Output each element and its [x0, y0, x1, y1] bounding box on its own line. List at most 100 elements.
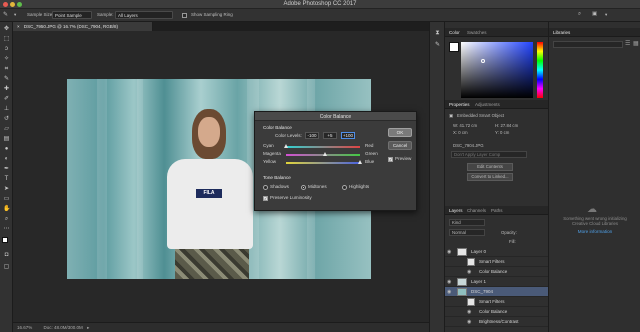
level-cyan-red-input[interactable]: -100 — [305, 132, 319, 139]
highlights-label: Highlights — [349, 184, 370, 189]
layer-row[interactable]: ◉ Layer 1 — [445, 277, 549, 287]
visibility-eye-icon[interactable]: ◉ — [467, 269, 471, 275]
tab-adjustments[interactable]: Adjustments — [475, 102, 500, 107]
blur-tool-icon[interactable]: ● — [3, 146, 10, 153]
opacity-label: Opacity: — [501, 230, 517, 235]
move-tool-icon[interactable]: ✥ — [3, 26, 10, 33]
more-tools-icon[interactable]: ⋯ — [3, 226, 10, 233]
preview-checkbox[interactable]: ✓ — [388, 157, 393, 162]
blend-mode-select[interactable]: Normal — [449, 229, 485, 236]
more-information-link[interactable]: More information — [555, 229, 635, 234]
clone-stamp-tool-icon[interactable]: ⊥ — [3, 106, 10, 113]
highlights-radio[interactable] — [342, 185, 347, 190]
tab-close-icon[interactable]: × — [17, 24, 20, 29]
layer-row[interactable]: Smart Filters — [445, 297, 549, 307]
photo-subject-face — [198, 117, 220, 147]
eraser-tool-icon[interactable]: ▱ — [3, 126, 10, 133]
ok-button[interactable]: OK — [388, 128, 412, 137]
workspace-icon[interactable]: ▣ — [592, 11, 597, 17]
width-value[interactable]: W: 41.72 cm — [453, 123, 477, 128]
y-value[interactable]: Y: 0 cm — [495, 130, 509, 135]
layer-comp-select[interactable]: Don't Apply Layer Comp — [451, 151, 527, 158]
eyedropper-icon[interactable]: ✎ — [3, 11, 8, 18]
visibility-eye-icon[interactable]: ◉ — [447, 289, 451, 295]
magenta-green-slider[interactable] — [286, 152, 360, 156]
layer-row[interactable]: ◉ Color Balance — [445, 307, 549, 317]
healing-brush-tool-icon[interactable]: ✚ — [3, 86, 10, 93]
magenta-green-slider-knob[interactable] — [322, 152, 327, 156]
type-tool-icon[interactable]: T — [3, 176, 10, 183]
list-view-icon[interactable]: ☰ — [625, 40, 630, 47]
path-select-tool-icon[interactable]: ➤ — [3, 186, 10, 193]
tab-libraries[interactable]: Libraries — [553, 30, 570, 35]
preserve-luminosity-checkbox[interactable]: ✓ — [263, 196, 268, 201]
tab-swatches[interactable]: Swatches — [467, 30, 487, 35]
layer-row[interactable]: Smart Filters — [445, 257, 549, 267]
status-arrow-icon[interactable]: ▸ — [87, 325, 89, 330]
layer-row-selected[interactable]: ◉ DSC_7904 — [445, 287, 549, 297]
brush-panel-icon[interactable]: ✎ — [434, 42, 441, 49]
color-balance-dialog: Color Balance Color Balance Color Levels… — [254, 111, 417, 211]
red-label: Red — [365, 143, 374, 148]
hue-slider[interactable] — [537, 42, 543, 98]
tab-layers[interactable]: Layers — [449, 208, 463, 213]
pen-tool-icon[interactable]: ✒ — [3, 166, 10, 173]
libraries-panel-tabs: Libraries — [549, 28, 640, 37]
layer-filter-select[interactable]: Kind — [449, 219, 485, 226]
color-picker-cursor[interactable] — [481, 59, 485, 63]
layer-row[interactable]: ◉ Brightness/Contrast — [445, 317, 549, 327]
document-tab[interactable]: × DSC_7950.JPG @ 16.7% (DSC_7904, RGB/8) — [13, 22, 153, 31]
x-value[interactable]: X: 0 cm — [453, 130, 468, 135]
tab-properties[interactable]: Properties — [449, 102, 470, 107]
midtones-radio[interactable] — [301, 185, 306, 190]
sampling-ring-checkbox[interactable] — [182, 13, 187, 18]
shadows-radio[interactable] — [263, 185, 268, 190]
yellow-blue-slider-knob[interactable] — [358, 160, 362, 164]
level-yellow-blue-input[interactable]: +100 — [341, 132, 355, 139]
visibility-eye-icon[interactable]: ◉ — [467, 309, 471, 315]
cancel-button[interactable]: Cancel — [388, 141, 412, 150]
layer-row[interactable]: ◉ Color Balance — [445, 267, 549, 277]
layer-row[interactable]: ◉ Layer 0 — [445, 247, 549, 257]
brush-tool-icon[interactable]: ✐ — [3, 96, 10, 103]
workspace-chevron-icon[interactable]: ▾ — [605, 12, 607, 18]
shape-tool-icon[interactable]: ▭ — [3, 196, 10, 203]
color-picker-field[interactable] — [461, 42, 533, 98]
tab-color[interactable]: Color — [449, 30, 460, 35]
color-foreground-chip[interactable] — [449, 42, 459, 52]
visibility-eye-icon[interactable]: ◉ — [467, 319, 471, 325]
search-icon[interactable]: ⌕ — [578, 11, 581, 18]
gradient-tool-icon[interactable]: ▤ — [3, 136, 10, 143]
tab-paths[interactable]: Paths — [491, 208, 503, 213]
tool-preset-chevron-icon[interactable]: ▾ — [14, 12, 16, 18]
history-panel-icon[interactable]: ⧗ — [434, 30, 441, 37]
marquee-tool-icon[interactable]: ⬚ — [3, 36, 10, 43]
yellow-blue-slider[interactable] — [286, 160, 362, 164]
history-brush-tool-icon[interactable]: ↺ — [3, 116, 10, 123]
zoom-tool-icon[interactable]: ⌕ — [3, 216, 10, 223]
zoom-readout[interactable]: 16.67% — [17, 325, 32, 330]
sample-size-select[interactable]: Point Sample — [52, 11, 92, 19]
eyedropper-tool-icon[interactable]: ✎ — [3, 76, 10, 83]
edit-contents-button[interactable]: Edit Contents — [467, 163, 513, 171]
convert-to-linked-button[interactable]: Convert to Linked... — [467, 173, 513, 181]
quick-select-tool-icon[interactable]: ✧ — [3, 56, 10, 63]
tab-channels[interactable]: Channels — [467, 208, 486, 213]
foreground-color-swatch[interactable] — [2, 237, 8, 243]
crop-tool-icon[interactable]: ⌗ — [3, 66, 10, 73]
grid-view-icon[interactable]: ▦ — [633, 40, 639, 47]
height-value[interactable]: H: 27.84 cm — [495, 123, 518, 128]
level-magenta-green-input[interactable]: +5 — [323, 132, 337, 139]
screen-mode-icon[interactable]: ▢ — [3, 264, 10, 271]
lasso-tool-icon[interactable]: ↄ — [3, 46, 10, 53]
cyan-red-slider-knob[interactable] — [284, 144, 288, 148]
dialog-title: Color Balance — [255, 112, 416, 121]
dodge-tool-icon[interactable]: ◐ — [3, 156, 10, 163]
hand-tool-icon[interactable]: ✋ — [3, 206, 10, 213]
visibility-eye-icon[interactable]: ◉ — [447, 279, 451, 285]
sample-select[interactable]: All Layers — [115, 11, 173, 19]
library-select[interactable] — [553, 41, 623, 48]
quick-mask-icon[interactable]: ◘ — [3, 252, 10, 259]
visibility-eye-icon[interactable]: ◉ — [447, 249, 451, 255]
cyan-red-slider[interactable] — [284, 144, 360, 148]
